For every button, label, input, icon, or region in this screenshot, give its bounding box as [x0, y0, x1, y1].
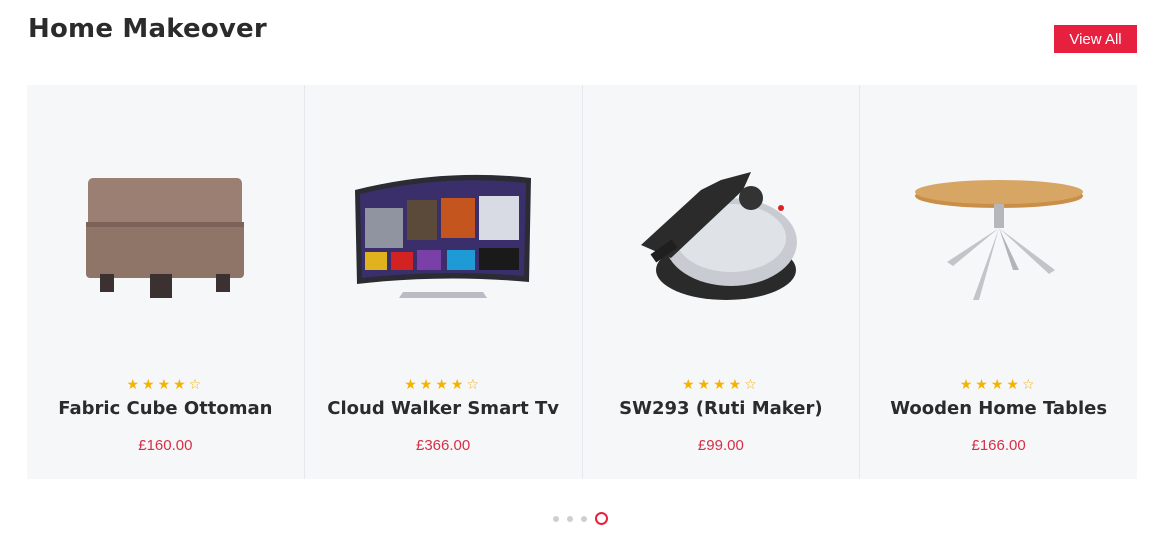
product-price: £366.00 [416, 437, 471, 454]
rating-stars: ★★★★☆ [860, 377, 1137, 393]
carousel-dot[interactable] [581, 515, 587, 522]
rating-stars: ★★★★☆ [305, 377, 582, 393]
carousel-dot[interactable] [567, 515, 573, 522]
product-price: £99.00 [697, 437, 744, 454]
star-filled-icon: ★ [713, 377, 729, 393]
carousel-pagination [553, 512, 608, 525]
product-image-roti-maker[interactable] [583, 125, 860, 355]
star-filled-icon: ★ [126, 377, 143, 393]
product-carousel: ★★★★☆ Fabric Cube Ottoman £160.00 ★★★★☆ … [27, 85, 1137, 479]
product-price: £166.00 [971, 437, 1026, 454]
carousel-dot[interactable] [553, 515, 559, 522]
star-filled-icon: ★ [990, 377, 1007, 393]
star-filled-icon: ★ [697, 377, 714, 393]
star-filled-icon: ★ [975, 377, 991, 393]
product-card[interactable]: ★★★★☆ Wooden Home Tables £166.00 [860, 85, 1137, 479]
star-filled-icon: ★ [450, 377, 467, 393]
star-filled-icon: ★ [419, 377, 436, 393]
product-price: £160.00 [138, 437, 193, 454]
star-filled-icon: ★ [959, 377, 976, 393]
star-empty-icon: ☆ [1021, 377, 1038, 393]
product-card[interactable]: ★★★★☆ SW293 (Ruti Maker) £99.00 [582, 85, 861, 479]
product-name[interactable]: Wooden Home Tables [860, 398, 1137, 419]
view-all-button[interactable]: View All [1054, 25, 1137, 53]
product-image-ottoman[interactable] [27, 125, 304, 355]
star-filled-icon: ★ [435, 377, 451, 393]
star-filled-icon: ★ [404, 377, 420, 393]
star-filled-icon: ★ [173, 377, 189, 393]
star-filled-icon: ★ [142, 377, 158, 393]
star-empty-icon: ☆ [744, 377, 760, 393]
section-title: Home Makeover [28, 14, 267, 44]
rating-stars: ★★★★☆ [583, 377, 860, 393]
product-name[interactable]: Cloud Walker Smart Tv [305, 398, 582, 419]
star-empty-icon: ☆ [188, 377, 205, 393]
product-name[interactable]: Fabric Cube Ottoman [27, 398, 304, 419]
star-empty-icon: ☆ [466, 377, 483, 393]
product-image-smart-tv[interactable] [305, 125, 582, 355]
product-image-round-table[interactable] [860, 125, 1137, 355]
star-filled-icon: ★ [681, 377, 698, 393]
rating-stars: ★★★★☆ [27, 377, 304, 393]
product-card[interactable]: ★★★★☆ Cloud Walker Smart Tv £366.00 [304, 85, 583, 479]
star-filled-icon: ★ [728, 377, 745, 393]
product-name[interactable]: SW293 (Ruti Maker) [583, 398, 860, 419]
star-filled-icon: ★ [157, 377, 174, 393]
carousel-dot[interactable] [595, 512, 608, 525]
product-card[interactable]: ★★★★☆ Fabric Cube Ottoman £160.00 [27, 85, 305, 479]
star-filled-icon: ★ [1006, 377, 1022, 393]
